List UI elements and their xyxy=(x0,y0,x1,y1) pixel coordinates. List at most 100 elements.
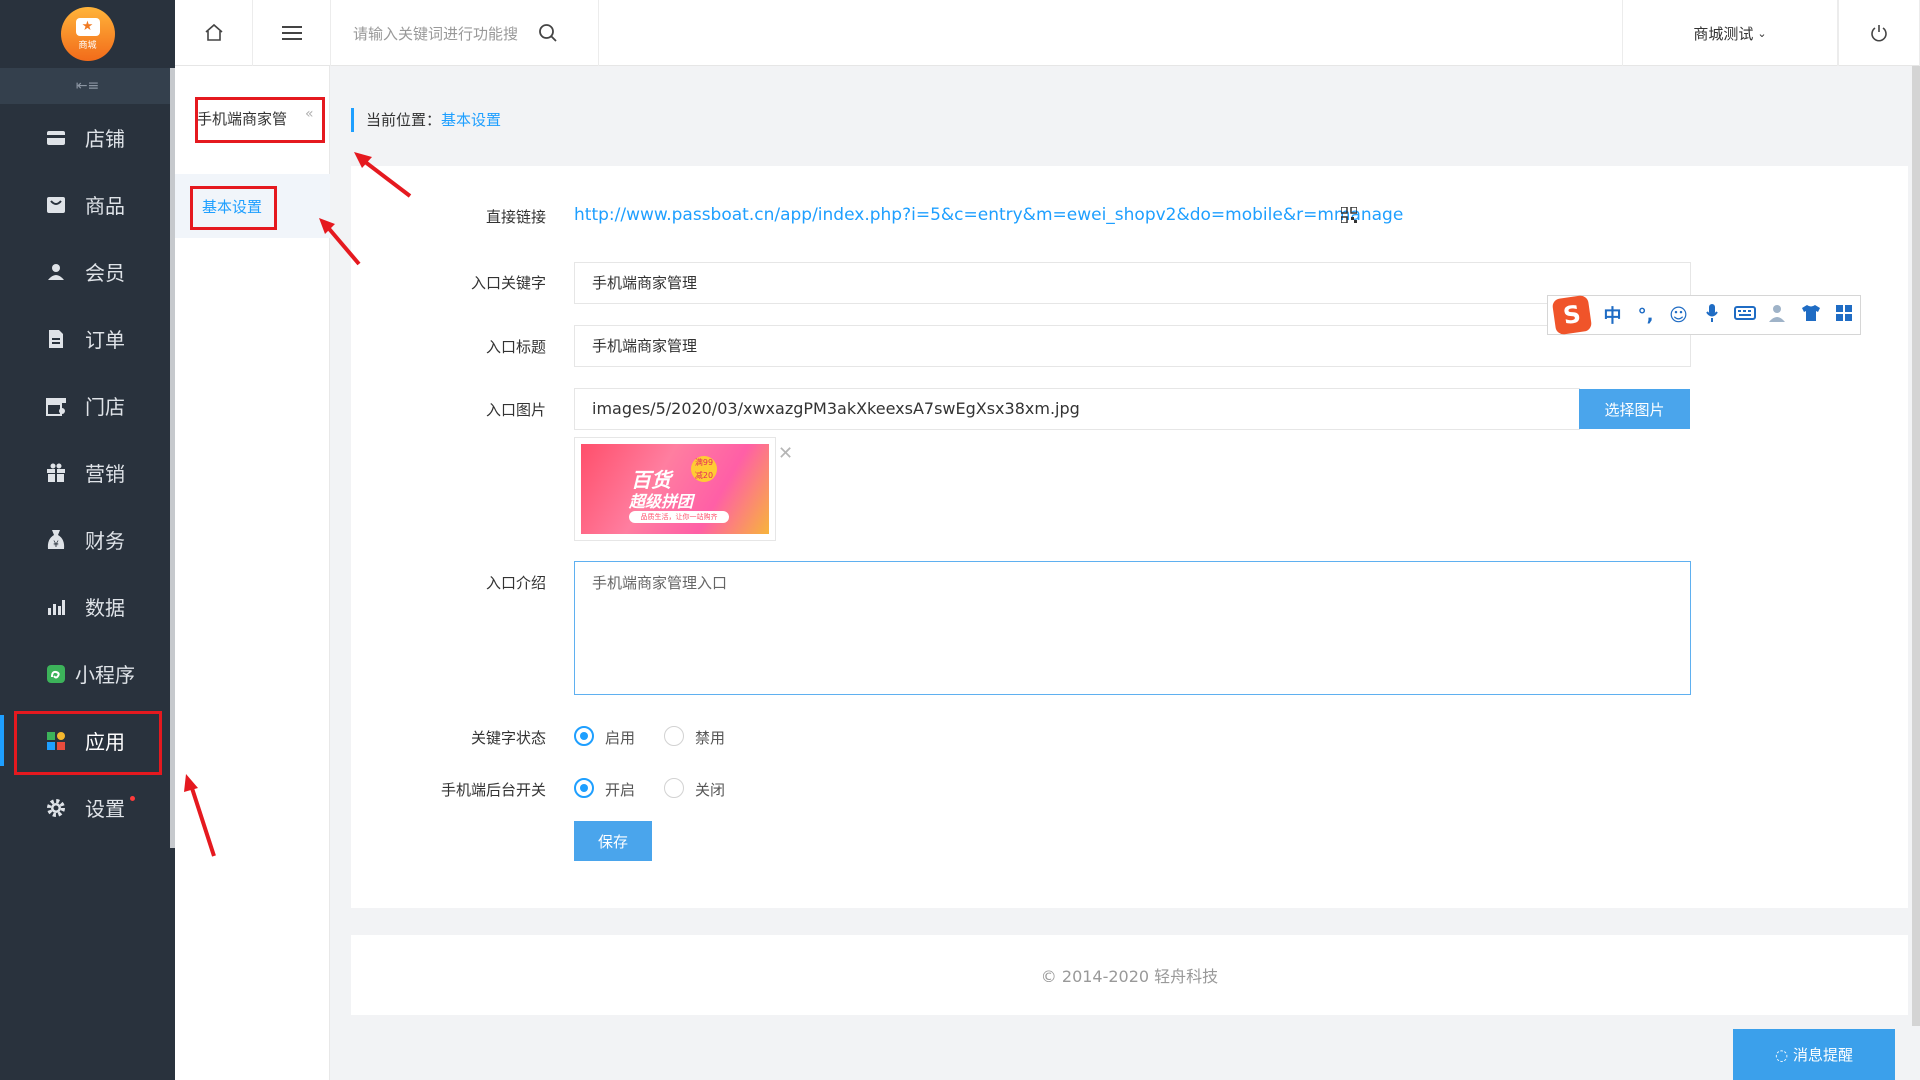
search-icon[interactable] xyxy=(538,23,558,43)
footer: © 2014-2020 轻舟科技 xyxy=(351,935,1908,1015)
intro-textarea[interactable]: 手机端商家管理入口 xyxy=(574,561,1691,695)
sidebar-item-finance[interactable]: ¥ 财务 xyxy=(0,506,175,573)
ime-toolbar[interactable]: S 中 °, ☺ xyxy=(1547,294,1861,336)
annotation-arrow-apps xyxy=(184,774,216,857)
highlight-box-basic-settings xyxy=(190,186,277,230)
gear-icon xyxy=(45,797,67,819)
entry-image-label: 入口图片 xyxy=(485,401,546,419)
emoji-icon[interactable]: ☺ xyxy=(1662,305,1695,326)
sidebar-item-member[interactable]: 会员 xyxy=(0,238,175,305)
direct-link[interactable]: http://www.passboat.cn/app/index.php?i=5… xyxy=(574,205,1403,225)
top-header: 请输入关键词进行功能搜 商城测试 ⌄ xyxy=(175,0,1920,66)
intro-label: 入口介绍 xyxy=(485,574,546,592)
remove-image-icon[interactable]: ✕ xyxy=(778,443,793,464)
home-button[interactable] xyxy=(175,0,253,66)
entry-title-input[interactable]: 手机端商家管理 xyxy=(574,325,1691,367)
microphone-icon[interactable] xyxy=(1695,303,1728,328)
shop-icon xyxy=(45,395,67,417)
thumb-badge: 满99 减20 xyxy=(691,456,717,482)
entry-image-input[interactable]: images/5/2020/03/xwxazgPM3akXkeexsA7swEg… xyxy=(574,388,1580,430)
logout-button[interactable] xyxy=(1838,0,1920,66)
backend-on-radio[interactable] xyxy=(574,778,594,798)
image-preview: 满99 减20 百货 超级拼团 品质生活，让你一站购齐 xyxy=(574,437,776,541)
sidebar-item-label: 数据 xyxy=(85,596,125,620)
home-icon xyxy=(204,23,223,41)
sidebar-item-data[interactable]: 数据 xyxy=(0,573,175,640)
sidebar-item-store[interactable]: 店铺 xyxy=(0,104,175,171)
sidebar-item-label: 店铺 xyxy=(85,127,125,151)
sidebar-item-settings[interactable]: 设置 xyxy=(0,774,175,841)
breadcrumb-prefix: 当前位置： xyxy=(366,111,442,129)
qrcode-icon[interactable] xyxy=(1341,207,1357,223)
grid-apps-icon[interactable] xyxy=(1827,304,1860,327)
choose-image-button[interactable]: 选择图片 xyxy=(1579,389,1690,429)
message-reminder-label: 消息提醒 xyxy=(1793,1046,1854,1064)
annotation-arrow-basic-settings xyxy=(319,218,361,266)
sidebar-item-label: 小程序 xyxy=(75,663,135,687)
page-scrollbar[interactable] xyxy=(1912,66,1920,1026)
svg-text:¥: ¥ xyxy=(53,540,59,550)
user-icon[interactable] xyxy=(1761,303,1794,328)
thumb-line3: 品质生活，让你一站购齐 xyxy=(629,511,729,523)
sidebar-item-label: 会员 xyxy=(85,261,125,285)
power-icon xyxy=(1871,25,1887,42)
store-icon xyxy=(45,127,67,149)
save-button[interactable]: 保存 xyxy=(574,821,652,861)
ime-punctuation[interactable]: °, xyxy=(1629,305,1662,326)
annotation-arrow-submenu-title xyxy=(354,152,412,198)
entry-title-label: 入口标题 xyxy=(485,338,546,356)
message-reminder-button[interactable]: ◌ 消息提醒 xyxy=(1733,1029,1895,1080)
search-input[interactable]: 请输入关键词进行功能搜 xyxy=(353,23,518,44)
shopping-bag-icon: ★ xyxy=(75,17,100,36)
mini-program-icon xyxy=(45,663,67,685)
ime-chinese-mode[interactable]: 中 xyxy=(1596,302,1629,328)
sidebar-item-label: 商品 xyxy=(85,194,125,218)
breadcrumb-current[interactable]: 基本设置 xyxy=(441,111,501,129)
direct-link-label: 直接链接 xyxy=(485,208,546,226)
goods-icon xyxy=(45,194,67,216)
sidebar-item-label: 订单 xyxy=(85,328,125,352)
radio-label: 关闭 xyxy=(695,781,726,799)
user-dropdown[interactable]: 商城测试 ⌄ xyxy=(1622,0,1838,66)
logo-area: ★ 商城 xyxy=(0,0,175,68)
sidebar-item-order[interactable]: 订单 xyxy=(0,305,175,372)
header-search[interactable]: 请输入关键词进行功能搜 xyxy=(331,0,599,66)
keyword-status-label: 关键字状态 xyxy=(470,729,546,747)
chevron-down-icon: ⌄ xyxy=(1757,26,1767,40)
keyword-label: 入口关键字 xyxy=(470,274,546,292)
keyword-input[interactable]: 手机端商家管理 xyxy=(574,262,1691,304)
logo[interactable]: ★ 商城 xyxy=(60,7,115,61)
user-label: 商城测试 xyxy=(1693,24,1754,43)
sidebar-item-label: 财务 xyxy=(85,529,125,553)
sidebar-item-label: 设置 xyxy=(85,797,125,821)
backend-off-radio[interactable] xyxy=(664,778,684,798)
highlight-box-submenu-title xyxy=(195,97,325,143)
sidebar-item-label: 门店 xyxy=(85,395,125,419)
shirt-icon[interactable] xyxy=(1794,303,1827,328)
keyword-status-enable-radio[interactable] xyxy=(574,726,594,746)
backend-switch-label: 手机端后台开关 xyxy=(440,781,546,799)
chat-bubble-icon: ◌ xyxy=(1774,1045,1789,1064)
keyboard-icon[interactable] xyxy=(1728,305,1761,326)
sidebar-item-marketing[interactable]: 营销 xyxy=(0,439,175,506)
sidebar-item-shop[interactable]: 门店 xyxy=(0,372,175,439)
preview-image: 满99 减20 百货 超级拼团 品质生活，让你一站购齐 xyxy=(581,444,769,534)
radio-label: 开启 xyxy=(605,781,636,799)
logo-text: 商城 xyxy=(78,40,97,51)
gift-icon xyxy=(45,462,67,484)
radio-label: 启用 xyxy=(605,729,636,747)
member-icon xyxy=(45,261,67,283)
sogou-logo-icon: S xyxy=(1551,294,1593,336)
copyright-text: © 2014-2020 轻舟科技 xyxy=(1040,967,1219,986)
secondary-menu: 手机端商家管 « 基本设置 xyxy=(175,0,330,1080)
sidebar-collapse-toggle[interactable]: ⇤≡ xyxy=(0,68,175,104)
sidebar-item-goods[interactable]: 商品 xyxy=(0,171,175,238)
money-bag-icon: ¥ xyxy=(45,529,67,551)
keyword-status-disable-radio[interactable] xyxy=(664,726,684,746)
menu-toggle-button[interactable] xyxy=(253,0,331,66)
thumb-line2: 超级拼团 xyxy=(629,492,694,511)
sidebar-item-mini-program[interactable]: 小程序 xyxy=(0,640,175,707)
breadcrumb: 当前位置：基本设置 xyxy=(351,108,501,132)
main-sidebar: ★ 商城 ⇤≡ 店铺 商品 会员 订单 门店 营销 ¥ 财务 数据 小程序 应用… xyxy=(0,0,175,1080)
bar-chart-icon xyxy=(45,596,67,618)
